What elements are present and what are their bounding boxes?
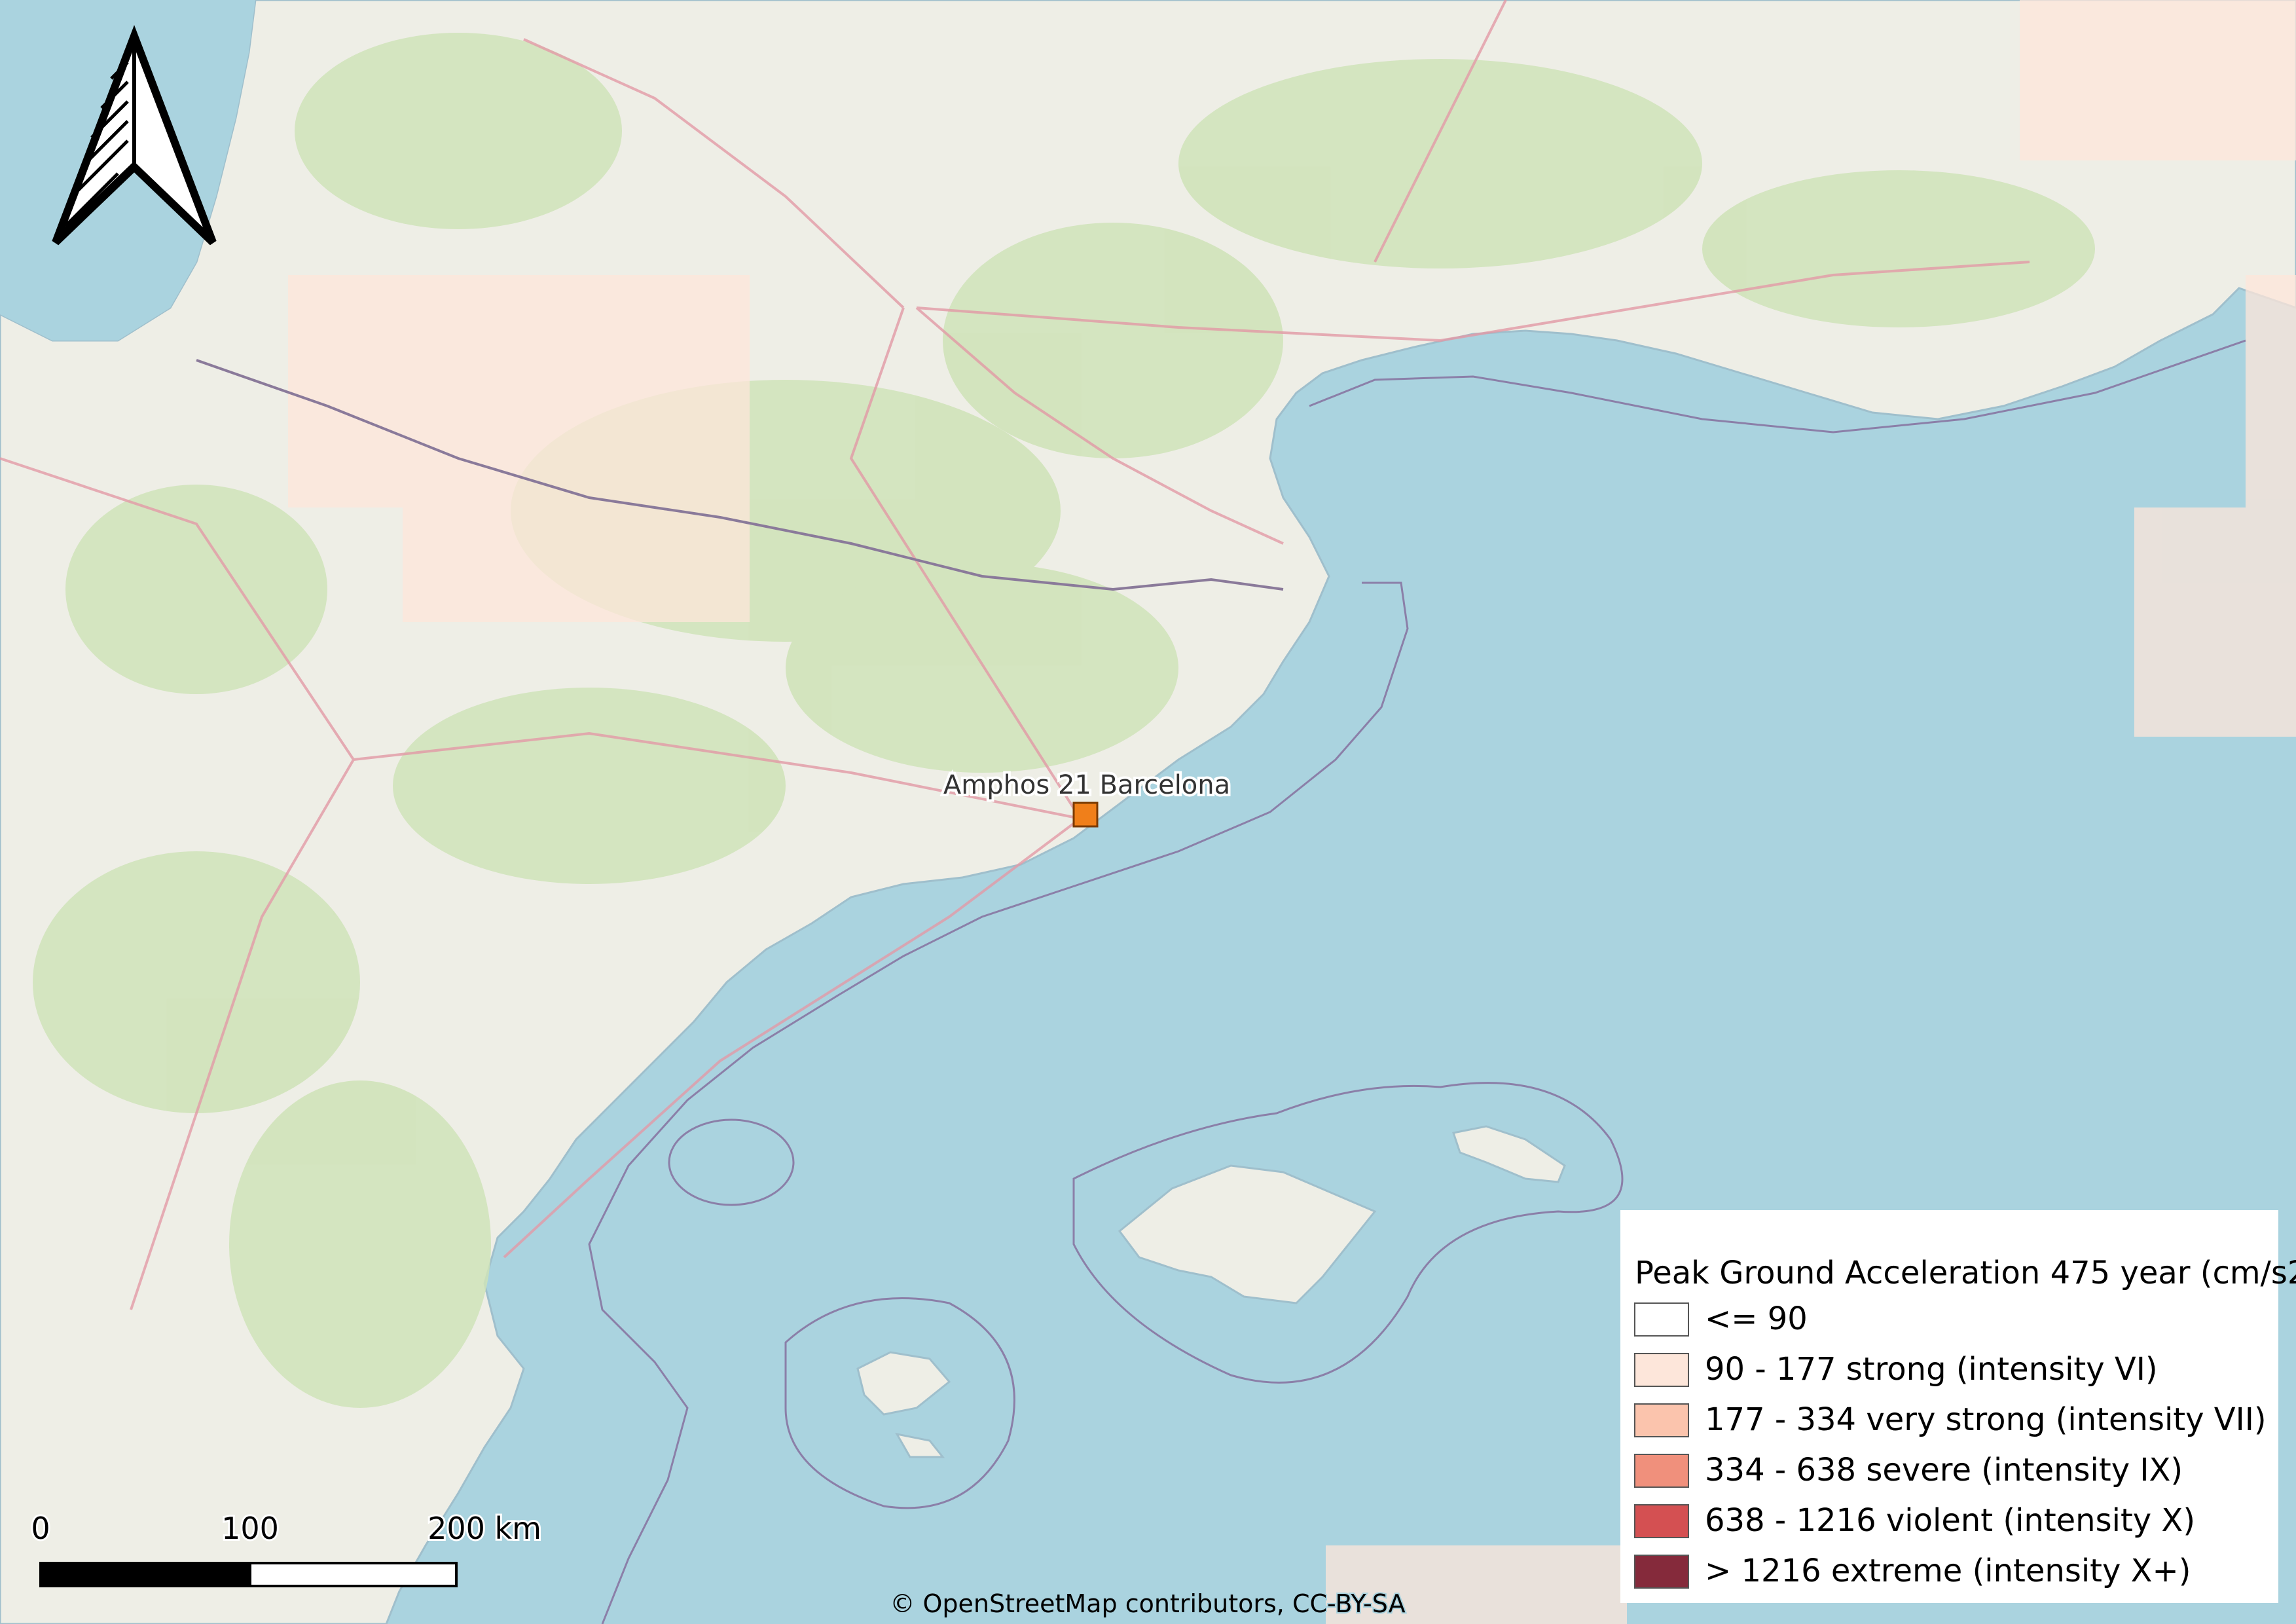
legend-swatch-3 xyxy=(1634,1454,1689,1488)
scale-label-0: 0 xyxy=(31,1511,50,1546)
legend-swatch-5 xyxy=(1634,1555,1689,1589)
scale-label-200: 200 km xyxy=(428,1511,541,1546)
legend-label-3: 334 - 638 severe (intensity IX) xyxy=(1705,1452,2183,1488)
map-canvas[interactable]: Amphos 21 Barcelona 0 100 200 km Peak Gr… xyxy=(0,0,2296,1624)
legend-label-0: <= 90 xyxy=(1705,1301,1808,1337)
legend-swatch-2 xyxy=(1634,1403,1689,1437)
attribution: © OpenStreetMap contributors, CC-BY-SA xyxy=(890,1589,1405,1618)
legend-label-5: > 1216 extreme (intensity X+) xyxy=(1705,1553,2191,1589)
legend-swatch-1 xyxy=(1634,1353,1689,1387)
scale-label-100: 100 xyxy=(221,1511,279,1546)
legend-title: Peak Ground Acceleration 475 year (cm/s2… xyxy=(1635,1255,2296,1291)
legend-label-1: 90 - 177 strong (intensity VI) xyxy=(1705,1351,2158,1388)
scale-bar-segment-2 xyxy=(249,1562,458,1587)
legend-swatch-0 xyxy=(1634,1302,1689,1337)
site-label: Amphos 21 Barcelona xyxy=(943,770,1230,800)
legend: Peak Ground Acceleration 475 year (cm/s2… xyxy=(1620,1210,2296,1603)
site-marker[interactable] xyxy=(1072,802,1099,828)
scale-bar-segment-1 xyxy=(39,1562,251,1587)
legend-label-2: 177 - 334 very strong (intensity VII) xyxy=(1705,1401,2267,1438)
legend-label-4: 638 - 1216 violent (intensity X) xyxy=(1705,1502,2195,1539)
legend-swatch-4 xyxy=(1634,1504,1689,1538)
